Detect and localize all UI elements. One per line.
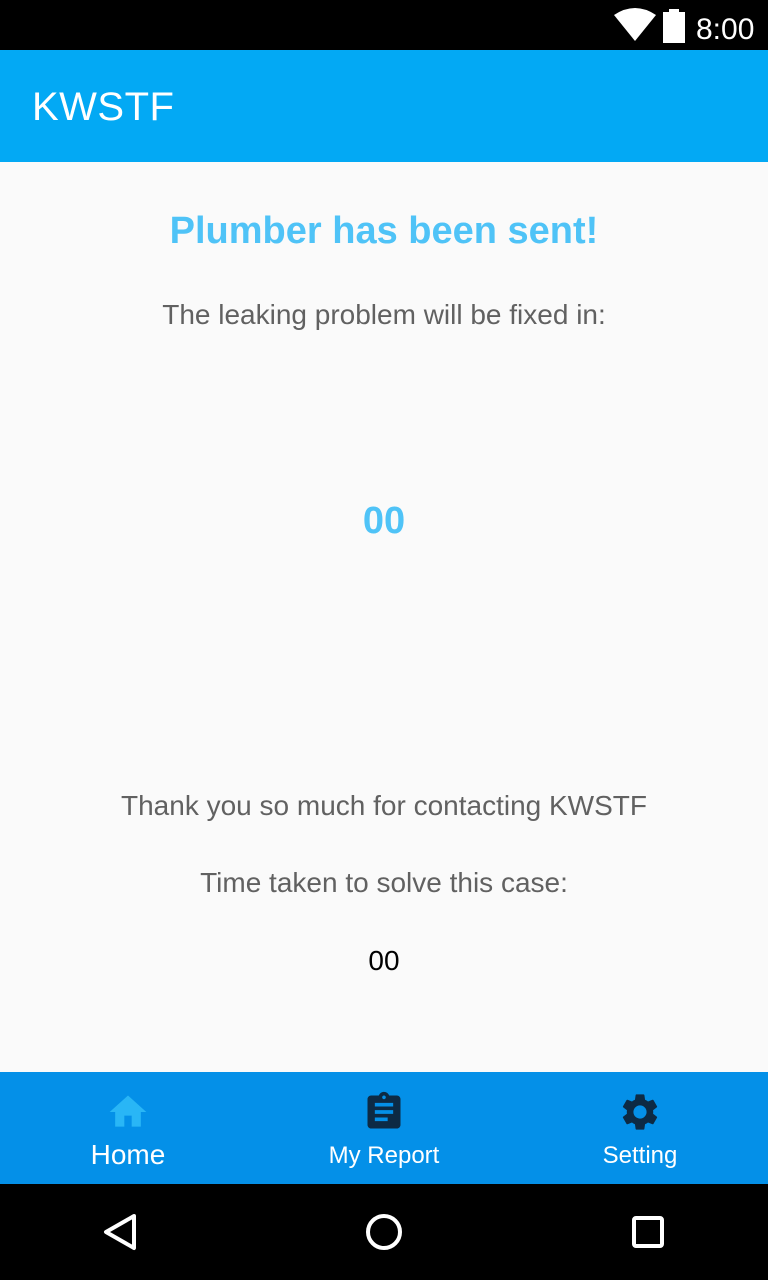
- recents-icon[interactable]: [624, 1208, 672, 1256]
- thanks-message: Thank you so much for contacting KWSTF: [121, 790, 647, 821]
- gear-icon: [622, 1094, 658, 1130]
- bottom-nav: Home My Report Setting: [0, 1072, 768, 1184]
- home-circle-icon[interactable]: [360, 1208, 408, 1256]
- back-icon[interactable]: [96, 1208, 144, 1256]
- nav-label-home: Home: [90, 1139, 166, 1170]
- headline: Plumber has been sent!: [169, 210, 599, 252]
- home-icon: [109, 1095, 147, 1127]
- subline: The leaking problem will be fixed in:: [162, 299, 606, 330]
- app-bar: KWSTF: [0, 50, 768, 162]
- wifi-icon: [614, 8, 656, 41]
- status-time: 8:00: [696, 13, 755, 46]
- nav-item-my-report[interactable]: My Report: [256, 1072, 512, 1184]
- clipboard-icon: [367, 1091, 401, 1129]
- nav-label-my-report: My Report: [328, 1142, 440, 1169]
- app-screen: 8:00 KWSTF Plumber has been sent! The le…: [0, 0, 768, 1280]
- main-content: Plumber has been sent! The leaking probl…: [0, 162, 768, 1072]
- nav-item-setting[interactable]: Setting: [512, 1072, 768, 1184]
- system-nav-bar: [0, 1184, 768, 1280]
- status-bar: 8:00: [0, 0, 768, 50]
- nav-item-home[interactable]: Home: [0, 1072, 256, 1184]
- countdown-value: 00: [362, 500, 406, 542]
- time-taken-label: Time taken to solve this case:: [200, 867, 568, 898]
- time-taken-value: 00: [368, 945, 400, 976]
- app-title: KWSTF: [32, 85, 175, 129]
- nav-label-setting: Setting: [602, 1142, 678, 1169]
- battery-icon: [663, 9, 685, 43]
